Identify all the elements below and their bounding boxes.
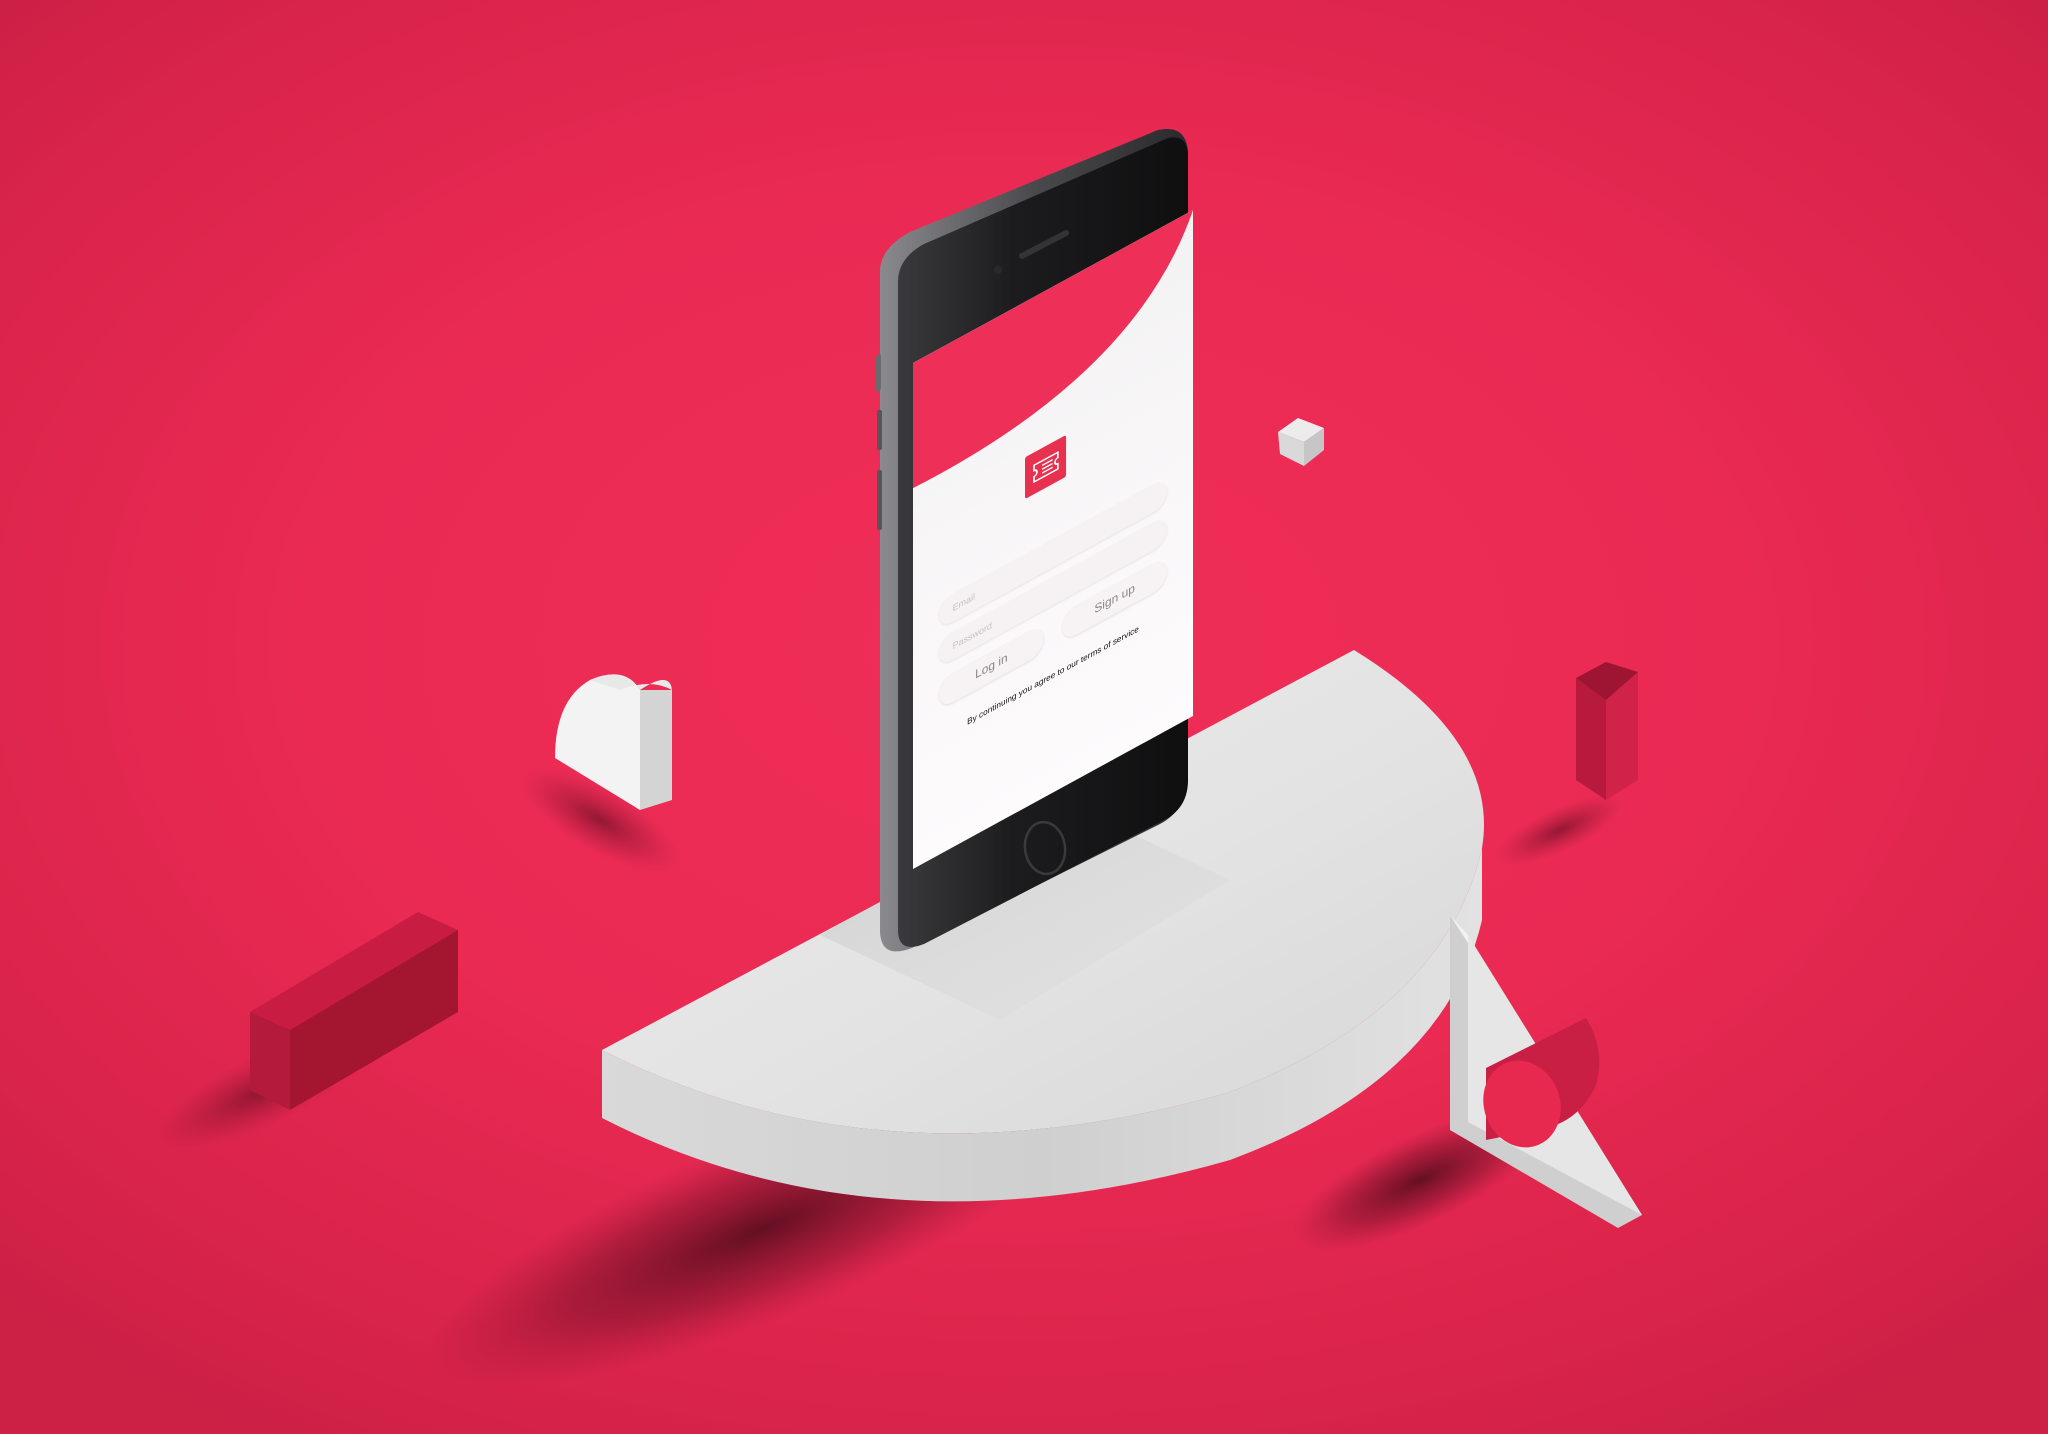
front-camera: [994, 266, 1002, 274]
signup-button-label: Sign up: [1094, 581, 1135, 617]
password-placeholder: Password: [952, 619, 992, 652]
floating-cube: [1278, 418, 1324, 466]
red-block: [250, 912, 458, 1110]
login-button-label: Log in: [975, 651, 1008, 682]
red-prism: [1576, 662, 1638, 800]
ticket-icon: [1032, 450, 1059, 484]
email-placeholder: Email: [952, 590, 975, 614]
app-logo: [1025, 434, 1067, 500]
